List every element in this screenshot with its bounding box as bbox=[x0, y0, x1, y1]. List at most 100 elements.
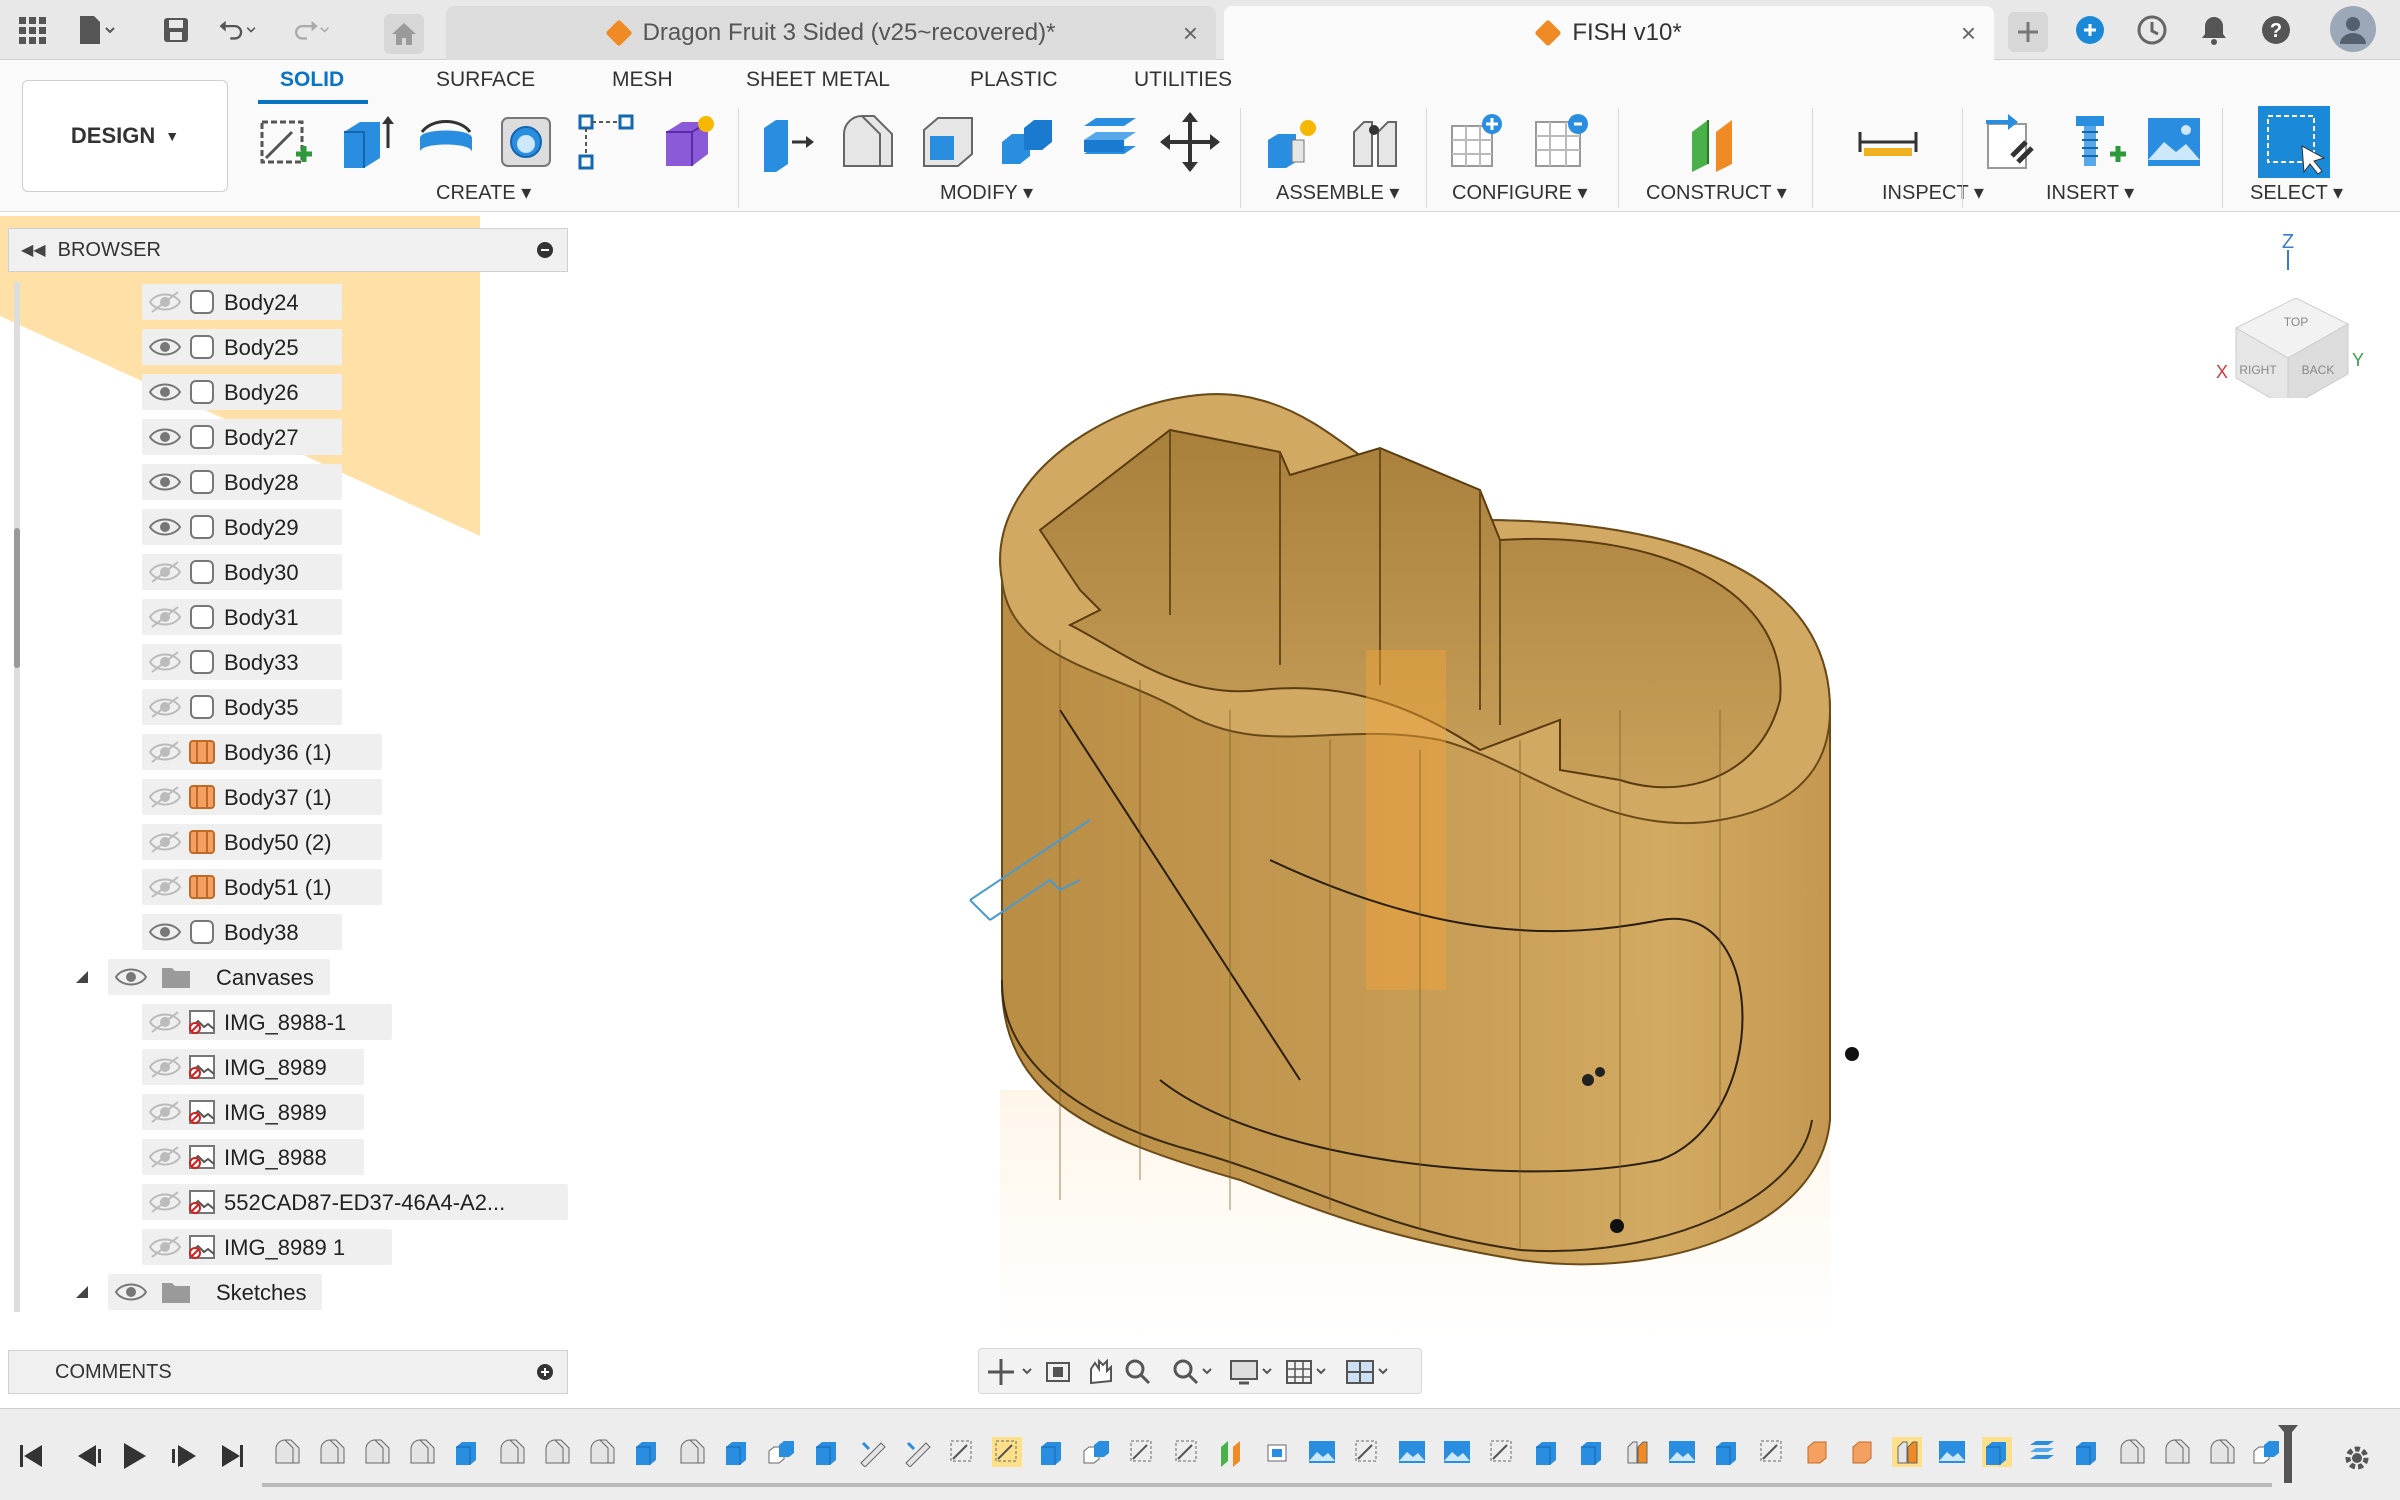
extrude-icon[interactable] bbox=[334, 110, 398, 174]
extrude-feature-icon[interactable] bbox=[452, 1437, 482, 1467]
tree-item-body[interactable]: Body37 (1) bbox=[142, 777, 382, 817]
offset-plane-feature-icon[interactable] bbox=[1217, 1437, 1247, 1467]
shell-icon[interactable] bbox=[916, 110, 980, 174]
insert-canvas-icon[interactable] bbox=[2142, 110, 2206, 174]
eye-hidden-icon[interactable] bbox=[148, 785, 182, 809]
extrude-feature-icon[interactable] bbox=[722, 1437, 752, 1467]
eye-hidden-icon[interactable] bbox=[148, 1100, 182, 1124]
plane-feature-icon[interactable] bbox=[1262, 1437, 1292, 1467]
timeline-track[interactable] bbox=[262, 1483, 2272, 1487]
new-component-icon[interactable] bbox=[1262, 110, 1326, 174]
combine-feature-icon[interactable] bbox=[2252, 1437, 2282, 1467]
fillet-feature-icon[interactable] bbox=[407, 1437, 437, 1467]
eye-icon[interactable] bbox=[114, 1280, 148, 1304]
fillet-feature-icon[interactable] bbox=[2117, 1437, 2147, 1467]
canvas-feature-icon[interactable] bbox=[1667, 1437, 1697, 1467]
browser-panel-header[interactable]: ◀◀ BROWSER bbox=[8, 228, 568, 272]
group-inspect[interactable]: INSPECT ▾ bbox=[1882, 180, 1984, 205]
insert-derive-icon[interactable] bbox=[1982, 110, 2046, 174]
eye-icon[interactable] bbox=[148, 920, 182, 944]
tree-item-canvas[interactable]: 552CAD87-ED37-46A4-A2... bbox=[142, 1182, 568, 1222]
create-form-icon[interactable] bbox=[656, 110, 720, 174]
undo-icon[interactable] bbox=[218, 10, 258, 50]
tree-item-body[interactable]: Body51 (1) bbox=[142, 867, 382, 907]
timeline-settings-gear-icon[interactable] bbox=[2340, 1441, 2374, 1475]
extrude-feature-icon[interactable] bbox=[1532, 1437, 1562, 1467]
tree-item-canvas[interactable]: IMG_8989 1 bbox=[142, 1227, 392, 1267]
combine-feature-icon[interactable] bbox=[1082, 1437, 1112, 1467]
tab-mesh[interactable]: MESH bbox=[612, 68, 673, 92]
viewports-icon[interactable] bbox=[1346, 1360, 1388, 1384]
eye-hidden-icon[interactable] bbox=[148, 875, 182, 899]
eye-icon[interactable] bbox=[148, 470, 182, 494]
document-tab-fish[interactable]: FISH v10* × bbox=[1224, 6, 1994, 60]
job-status-icon[interactable] bbox=[2132, 10, 2172, 50]
collapse-panel-icon[interactable]: ◀◀ bbox=[21, 240, 46, 260]
tab-plastic[interactable]: PLASTIC bbox=[970, 68, 1058, 92]
eye-icon[interactable] bbox=[148, 515, 182, 539]
body-feature-icon[interactable] bbox=[1847, 1437, 1877, 1467]
eye-hidden-icon[interactable] bbox=[148, 650, 182, 674]
sketch-feature-icon[interactable] bbox=[1172, 1437, 1202, 1467]
revolve-icon[interactable] bbox=[414, 110, 478, 174]
eye-icon[interactable] bbox=[114, 965, 148, 989]
extrude-feature-icon[interactable] bbox=[1982, 1437, 2012, 1467]
canvas-feature-icon[interactable] bbox=[1937, 1437, 1967, 1467]
hole-icon[interactable] bbox=[494, 110, 558, 174]
eye-hidden-icon[interactable] bbox=[148, 830, 182, 854]
sketch-feature-icon[interactable] bbox=[1352, 1437, 1382, 1467]
go-to-start-icon[interactable] bbox=[20, 1445, 42, 1467]
group-create[interactable]: CREATE ▾ bbox=[436, 180, 531, 205]
close-tab-icon[interactable]: × bbox=[1961, 18, 1976, 49]
timeline-marker[interactable] bbox=[2278, 1425, 2298, 1483]
joint-feature-icon[interactable] bbox=[1622, 1437, 1652, 1467]
fillet-feature-icon[interactable] bbox=[497, 1437, 527, 1467]
fillet-feature-icon[interactable] bbox=[2207, 1437, 2237, 1467]
fillet-feature-icon[interactable] bbox=[587, 1437, 617, 1467]
tree-item-body[interactable]: Body24 bbox=[142, 282, 342, 322]
tree-item-body[interactable]: Body27 bbox=[142, 417, 342, 457]
eye-hidden-icon[interactable] bbox=[148, 1145, 182, 1169]
tree-item-canvas[interactable]: IMG_8988-1 bbox=[142, 1002, 392, 1042]
group-configure[interactable]: CONFIGURE ▾ bbox=[1452, 180, 1588, 205]
fillet-feature-icon[interactable] bbox=[272, 1437, 302, 1467]
look-at-icon[interactable] bbox=[1046, 1362, 1070, 1382]
configure-rules-icon[interactable] bbox=[1530, 110, 1594, 174]
pan-icon[interactable] bbox=[1090, 1358, 1112, 1385]
view-cube[interactable]: Z TOP RIGHT BACK X Y bbox=[2206, 228, 2366, 398]
expand-triangle-icon[interactable] bbox=[74, 969, 90, 985]
eye-hidden-icon[interactable] bbox=[148, 1055, 182, 1079]
tree-item-body[interactable]: Body28 bbox=[142, 462, 342, 502]
tree-item-body[interactable]: Body50 (2) bbox=[142, 822, 382, 862]
new-tab-icon[interactable] bbox=[2008, 12, 2048, 52]
tab-surface[interactable]: SURFACE bbox=[436, 68, 535, 92]
canvas-feature-icon[interactable] bbox=[1397, 1437, 1427, 1467]
app-grid-icon[interactable] bbox=[12, 10, 52, 50]
fillet-feature-icon[interactable] bbox=[362, 1437, 392, 1467]
extensions-icon[interactable] bbox=[2070, 10, 2110, 50]
canvas-feature-icon[interactable] bbox=[1307, 1437, 1337, 1467]
home-icon[interactable] bbox=[384, 14, 424, 54]
save-icon[interactable] bbox=[156, 10, 196, 50]
move-copy-icon[interactable] bbox=[1158, 110, 1222, 174]
viewcube-right-face[interactable]: RIGHT bbox=[2239, 363, 2277, 377]
eye-hidden-icon[interactable] bbox=[148, 740, 182, 764]
workspace-switcher[interactable]: DESIGN ▼ bbox=[22, 80, 228, 192]
notifications-bell-icon[interactable] bbox=[2194, 10, 2234, 50]
tree-item-body[interactable]: Body36 (1) bbox=[142, 732, 382, 772]
split-body-icon[interactable] bbox=[1078, 110, 1142, 174]
user-avatar[interactable] bbox=[2330, 6, 2376, 52]
group-modify[interactable]: MODIFY ▾ bbox=[940, 180, 1033, 205]
offset-plane-icon[interactable] bbox=[1684, 110, 1748, 174]
sketch-feature-icon[interactable] bbox=[1757, 1437, 1787, 1467]
close-tab-icon[interactable]: × bbox=[1183, 18, 1198, 49]
configure-table-icon[interactable] bbox=[1446, 110, 1510, 174]
tree-item-body[interactable]: Body31 bbox=[142, 597, 342, 637]
expand-comments-icon[interactable] bbox=[537, 1364, 553, 1380]
eye-hidden-icon[interactable] bbox=[148, 560, 182, 584]
tab-sheet-metal[interactable]: SHEET METAL bbox=[746, 68, 890, 92]
canvas-feature-icon[interactable] bbox=[1442, 1437, 1472, 1467]
tree-item-body[interactable]: Body25 bbox=[142, 327, 342, 367]
help-icon[interactable]: ? bbox=[2256, 10, 2296, 50]
shell-feature-icon[interactable] bbox=[902, 1437, 932, 1467]
